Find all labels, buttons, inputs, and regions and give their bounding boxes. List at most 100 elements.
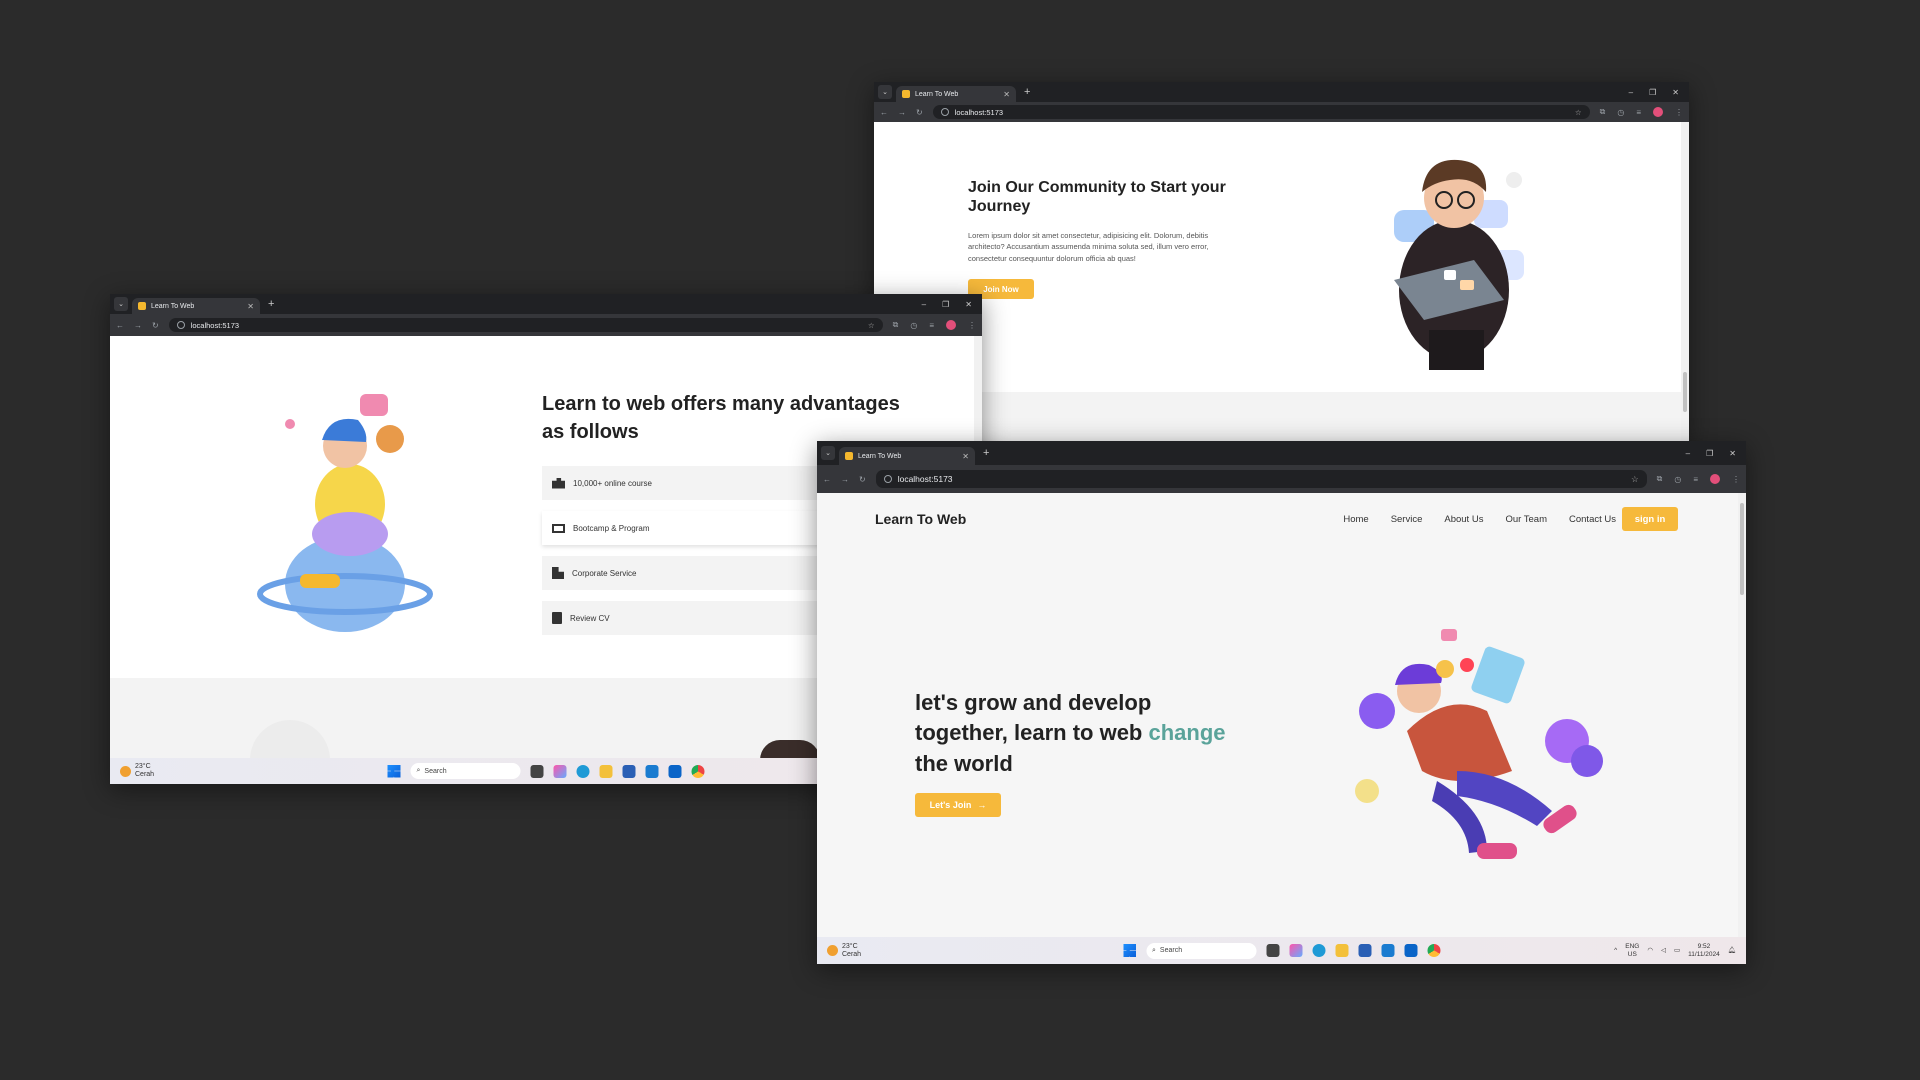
taskbar-search[interactable]: ⌕ Search [1146, 942, 1256, 959]
copilot-icon[interactable] [1289, 944, 1302, 957]
history-icon[interactable]: ◷ [1617, 108, 1624, 117]
weather-widget[interactable]: 23°C Cerah [120, 763, 154, 778]
tab-close-icon[interactable]: ✕ [962, 452, 969, 461]
profile-avatar[interactable] [1653, 107, 1663, 117]
task-view-icon[interactable] [530, 764, 544, 778]
battery-icon[interactable]: ▭ [1674, 947, 1680, 954]
windows-start-icon[interactable] [1123, 944, 1136, 957]
close-window-button[interactable]: ✕ [1729, 449, 1736, 458]
chevron-up-icon[interactable]: ^ [1614, 947, 1617, 954]
extensions-icon[interactable]: ⧉ [1657, 474, 1663, 484]
nav-about-us[interactable]: About Us [1444, 514, 1483, 525]
mail-icon[interactable] [668, 764, 682, 778]
media-icon[interactable]: ≡ [929, 321, 934, 330]
nav-contact-us[interactable]: Contact Us [1569, 514, 1616, 525]
bookmark-star-icon[interactable]: ☆ [868, 321, 875, 330]
forward-icon[interactable]: → [134, 321, 142, 330]
lets-join-button[interactable]: Let's Join → [915, 793, 1001, 817]
search-icon: ⌕ [416, 767, 421, 774]
taskbar-search[interactable]: ⌕ Search [410, 763, 521, 779]
store-icon[interactable] [622, 764, 636, 778]
history-icon[interactable]: ◷ [1674, 475, 1681, 484]
minimize-button[interactable]: – [1629, 88, 1633, 97]
chrome-icon[interactable] [1427, 944, 1440, 957]
vscode-icon[interactable] [645, 764, 659, 778]
reload-icon[interactable]: ↻ [859, 475, 866, 484]
store-icon[interactable] [1358, 944, 1371, 957]
tab-title: Learn To Web [151, 302, 195, 310]
extensions-icon[interactable]: ⧉ [893, 320, 899, 330]
extensions-icon[interactable]: ⧉ [1600, 107, 1606, 117]
tab-close-icon[interactable]: ✕ [1003, 90, 1010, 99]
restore-button[interactable]: ❐ [1706, 449, 1713, 458]
forward-icon[interactable]: → [898, 108, 906, 117]
chrome-icon[interactable] [691, 764, 705, 778]
mail-icon[interactable] [1404, 944, 1417, 957]
weather-temp: 23°C [135, 763, 151, 771]
site-info-icon[interactable] [176, 321, 185, 329]
sign-in-button[interactable]: sign in [1622, 507, 1678, 531]
restore-button[interactable]: ❐ [1649, 88, 1656, 97]
address-bar[interactable]: localhost:5173 ☆ [875, 470, 1647, 488]
vscode-icon[interactable] [1381, 944, 1394, 957]
browser-window-home: ⌄ Learn To Web ✕ + – ❐ ✕ ← → ↻ localhost… [817, 441, 1746, 964]
copilot-icon[interactable] [553, 764, 567, 778]
address-bar[interactable]: localhost:5173 ☆ [932, 105, 1590, 119]
wifi-icon[interactable]: ◠ [1647, 947, 1653, 954]
media-icon[interactable]: ≡ [1693, 475, 1698, 484]
forward-icon[interactable]: → [841, 475, 849, 484]
tab-list-button[interactable]: ⌄ [878, 85, 892, 99]
edge-icon[interactable] [1312, 944, 1325, 957]
notification-bell-icon[interactable]: 🔔︎ [1728, 947, 1736, 954]
minimize-button[interactable]: – [1686, 449, 1690, 458]
menu-icon[interactable]: ⋮ [1675, 108, 1683, 117]
clock[interactable]: 9:52 11/11/2024 [1688, 943, 1720, 958]
browser-tab[interactable]: Learn To Web ✕ [132, 298, 260, 314]
bookmark-star-icon[interactable]: ☆ [1575, 108, 1582, 117]
media-icon[interactable]: ≡ [1636, 108, 1641, 117]
file-explorer-icon[interactable] [1335, 944, 1348, 957]
site-info-icon[interactable] [940, 108, 949, 116]
windows-start-icon[interactable] [387, 764, 401, 778]
back-icon[interactable]: ← [116, 321, 124, 330]
new-tab-button[interactable]: + [983, 447, 989, 459]
tab-list-button[interactable]: ⌄ [114, 297, 128, 311]
reload-icon[interactable]: ↻ [916, 108, 923, 117]
nav-service[interactable]: Service [1391, 514, 1423, 525]
page-scrollbar[interactable] [1738, 493, 1746, 937]
edge-icon[interactable] [576, 764, 590, 778]
menu-icon[interactable]: ⋮ [968, 321, 976, 330]
address-bar[interactable]: localhost:5173 ☆ [168, 318, 883, 332]
page-scrollbar[interactable] [1681, 122, 1689, 442]
restore-button[interactable]: ❐ [942, 300, 949, 309]
file-explorer-icon[interactable] [599, 764, 613, 778]
close-window-button[interactable]: ✕ [965, 300, 972, 309]
illustration-boy-laptop [1354, 140, 1564, 370]
nav-our-team[interactable]: Our Team [1505, 514, 1547, 525]
site-brand[interactable]: Learn To Web [875, 511, 966, 527]
profile-avatar[interactable] [946, 320, 956, 330]
menu-icon[interactable]: ⋮ [1732, 475, 1740, 484]
language-indicator[interactable]: ENG US [1625, 943, 1639, 958]
back-icon[interactable]: ← [880, 108, 888, 117]
history-icon[interactable]: ◷ [910, 321, 917, 330]
tab-close-icon[interactable]: ✕ [247, 302, 254, 311]
volume-icon[interactable]: ◁ [1661, 947, 1666, 954]
system-tray: ^ ENG US ◠ ◁ ▭ 9:52 11/11/2024 🔔︎ [1614, 943, 1736, 958]
tab-list-button[interactable]: ⌄ [821, 446, 835, 460]
back-icon[interactable]: ← [823, 475, 831, 484]
browser-tab[interactable]: Learn To Web ✕ [839, 447, 975, 465]
task-view-icon[interactable] [1266, 944, 1279, 957]
taskbar-center: ⌕ Search [387, 763, 705, 779]
weather-widget[interactable]: 23°C Cerah [827, 943, 861, 958]
site-info-icon[interactable] [883, 475, 892, 483]
nav-home[interactable]: Home [1343, 514, 1368, 525]
profile-avatar[interactable] [1710, 474, 1720, 484]
new-tab-button[interactable]: + [268, 298, 274, 310]
reload-icon[interactable]: ↻ [152, 321, 159, 330]
minimize-button[interactable]: – [922, 300, 926, 309]
browser-tab[interactable]: Learn To Web ✕ [896, 86, 1016, 102]
close-window-button[interactable]: ✕ [1672, 88, 1679, 97]
new-tab-button[interactable]: + [1024, 86, 1030, 98]
bookmark-star-icon[interactable]: ☆ [1631, 474, 1639, 485]
